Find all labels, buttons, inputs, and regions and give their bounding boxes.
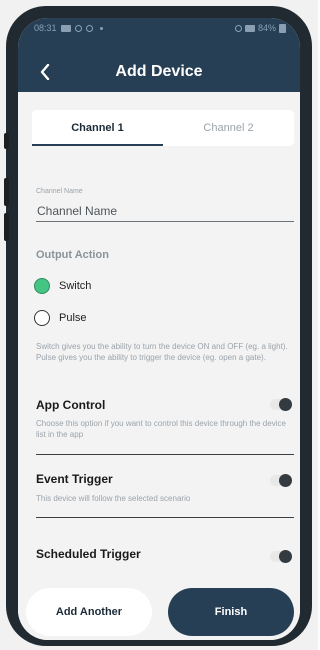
wifi-icon — [234, 24, 242, 32]
tab-channel-2[interactable]: Channel 2 — [163, 110, 294, 146]
channel-tabs: Channel 1 Channel 2 — [32, 110, 294, 146]
scheduled-trigger-toggle[interactable] — [270, 550, 292, 563]
status-bar: 08:31 84% — [18, 18, 300, 38]
radio-label-switch: Switch — [59, 280, 92, 292]
radio-option-switch[interactable]: Switch — [34, 278, 91, 294]
battery-icon — [279, 23, 286, 33]
alarm-icon — [85, 24, 93, 32]
whatsapp-icon — [74, 24, 82, 32]
radio-label-pulse: Pulse — [59, 312, 87, 324]
event-trigger-title: Event Trigger — [36, 472, 113, 486]
page-title: Add Device — [115, 63, 203, 80]
radio-unselected-icon[interactable] — [34, 310, 50, 326]
channel-name-label: Channel Name — [36, 188, 83, 195]
app-screen: 08:31 84% Add Device Channel 1 Channel 2 — [18, 18, 300, 640]
phone-side-button — [4, 133, 9, 149]
add-another-button[interactable]: Add Another — [26, 588, 152, 636]
finish-button[interactable]: Finish — [168, 588, 294, 636]
event-trigger-description: This device will follow the selected sce… — [36, 494, 191, 503]
channel-name-input[interactable] — [36, 200, 294, 222]
output-action-title: Output Action — [36, 249, 109, 261]
chevron-left-icon — [40, 64, 50, 80]
output-action-help-text: Switch gives you the ability to turn the… — [36, 342, 288, 362]
radio-selected-icon[interactable] — [34, 278, 50, 294]
notification-icon — [60, 24, 71, 32]
toggle-knob — [279, 474, 292, 487]
status-left: 08:31 — [34, 23, 103, 33]
tab-channel-1[interactable]: Channel 1 — [32, 110, 163, 146]
app-control-title: App Control — [36, 398, 106, 412]
active-tab-indicator — [32, 144, 163, 146]
scheduled-trigger-title: Scheduled Trigger — [36, 547, 141, 561]
signal-icon — [244, 24, 255, 32]
status-right: 84% — [234, 23, 286, 33]
status-time: 08:31 — [34, 23, 57, 33]
app-control-description: Choose this option if you want to contro… — [36, 419, 286, 439]
battery-percentage: 84% — [257, 23, 276, 33]
event-trigger-toggle[interactable] — [270, 474, 292, 487]
form-content: Channel 1 Channel 2 Channel Name Output … — [18, 92, 300, 640]
toggle-knob — [279, 398, 292, 411]
toggle-knob — [279, 550, 292, 563]
divider — [36, 454, 294, 455]
app-header: 08:31 84% Add Device — [18, 18, 300, 92]
back-button[interactable] — [36, 62, 54, 82]
radio-option-pulse[interactable]: Pulse — [34, 310, 87, 326]
more-notifications-icon — [99, 26, 103, 30]
volume-up-button — [4, 178, 9, 206]
app-control-toggle[interactable] — [270, 398, 292, 411]
volume-down-button — [4, 213, 9, 241]
divider — [36, 517, 294, 518]
